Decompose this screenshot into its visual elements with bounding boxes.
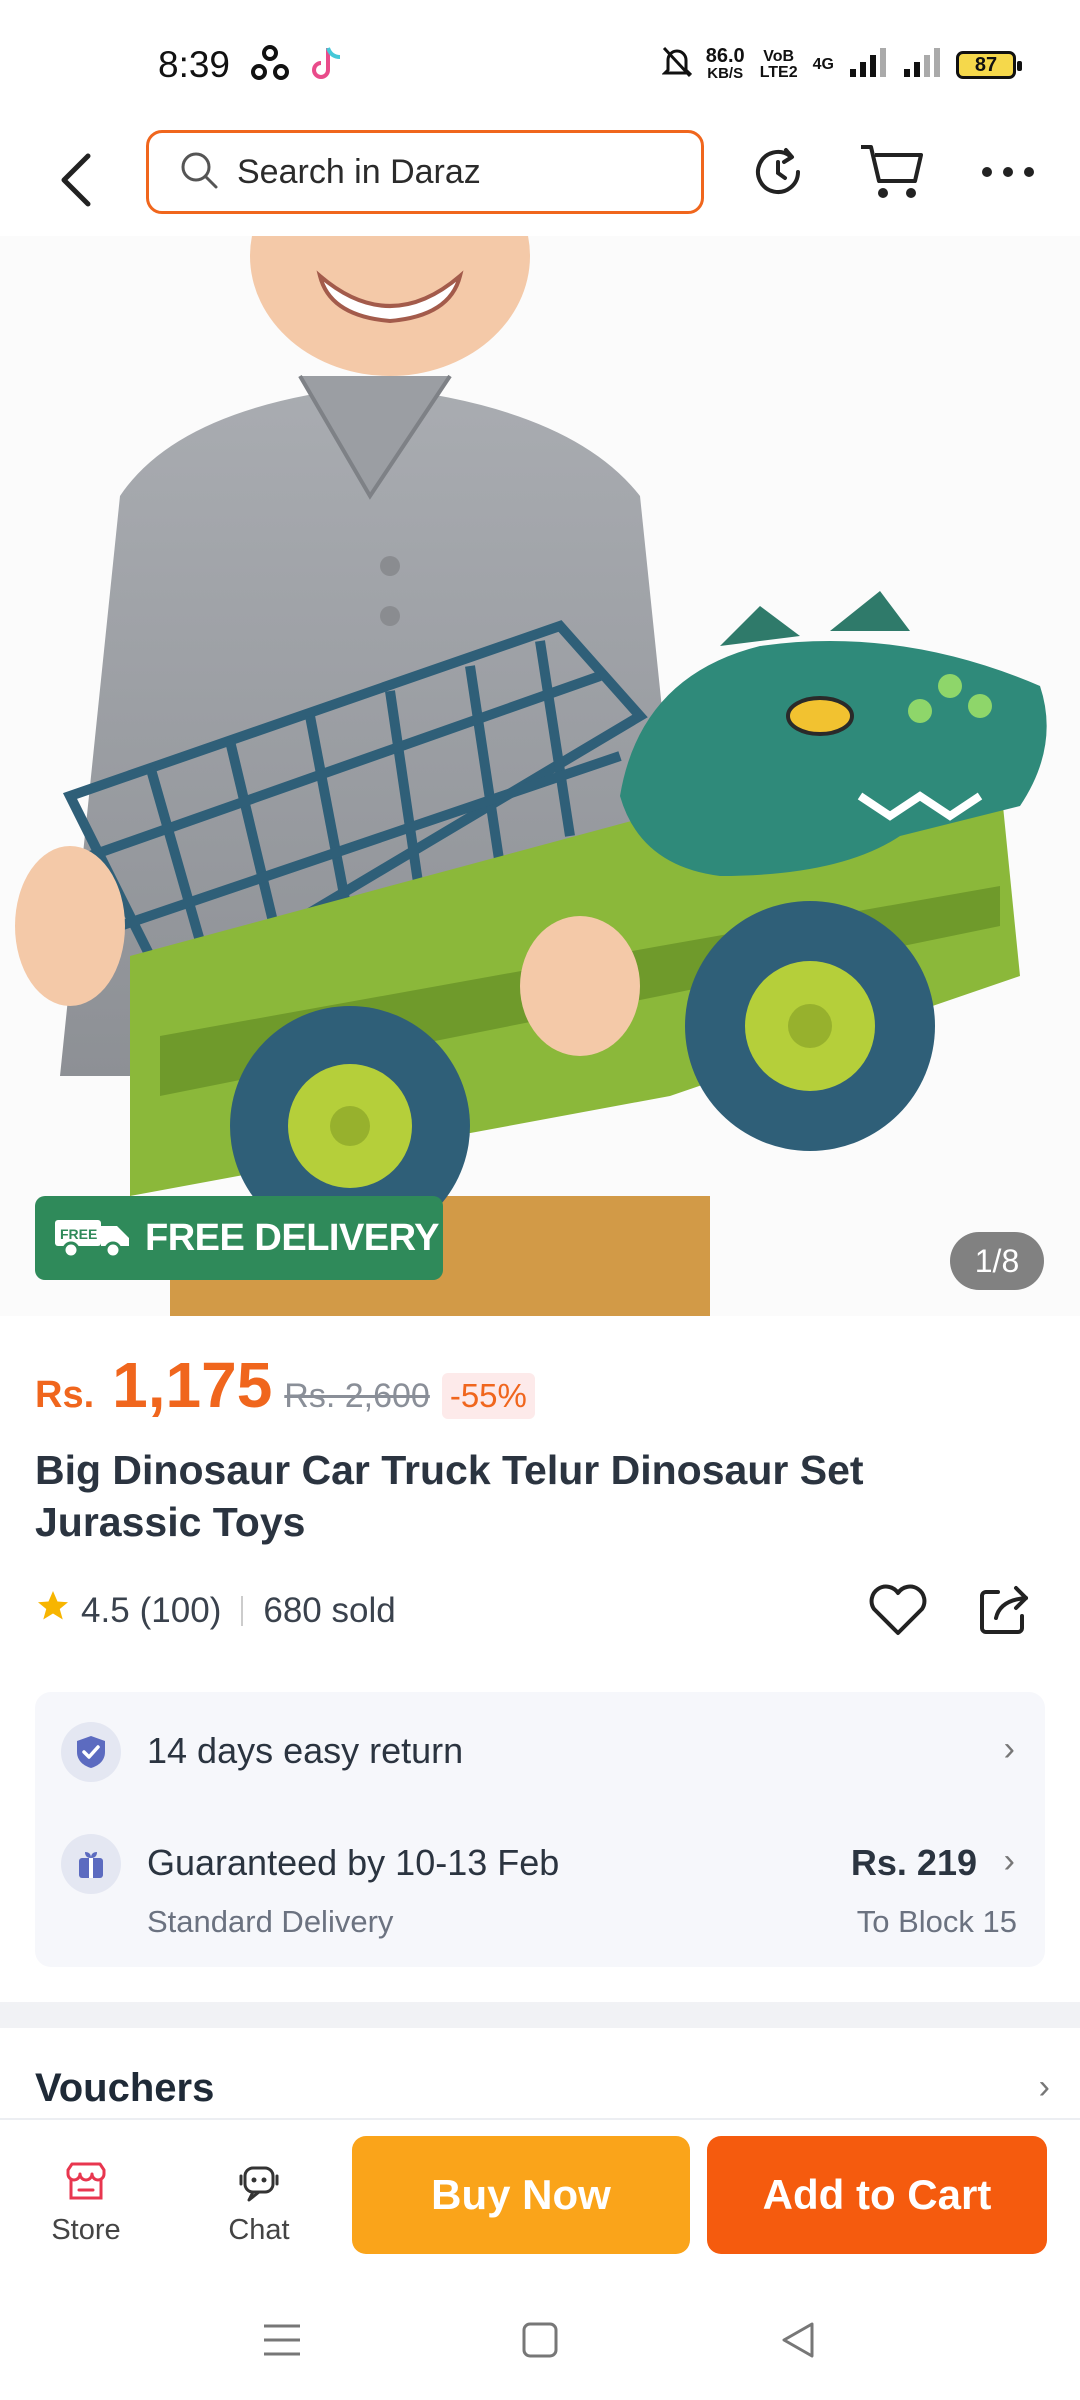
sync-app-icon <box>250 44 290 89</box>
rating-value: 4.5 <box>81 1590 130 1630</box>
gift-box-icon <box>61 1834 121 1894</box>
status-bar: 8:39 86.0 KB/S VoB LTE2 4G 87 <box>0 0 1080 130</box>
home-button[interactable] <box>510 2310 570 2370</box>
signal-icon <box>848 47 888 82</box>
home-square-icon <box>522 2322 558 2358</box>
dinosaur-truck-image <box>15 236 1047 1316</box>
store-label: Store <box>51 2214 121 2246</box>
share-button[interactable] <box>972 1578 1036 1642</box>
buy-now-button[interactable]: Buy Now <box>352 2136 690 2254</box>
search-input[interactable]: Search in Daraz <box>146 130 704 214</box>
chat-bot-icon <box>239 2166 279 2202</box>
price-row: Rs. 1,175 Rs. 2,600 -55% <box>35 1348 535 1422</box>
product-title: Big Dinosaur Car Truck Telur Dinosaur Se… <box>35 1447 864 1545</box>
back-triangle-icon <box>782 2322 814 2358</box>
free-delivery-text: FREE DELIVERY <box>145 1216 440 1259</box>
rating-row[interactable]: 4.5 (100) 680 sold <box>35 1588 396 1633</box>
rating-count: (100) <box>139 1590 222 1630</box>
delivery-location: To Block 15 <box>856 1904 1017 1939</box>
more-dots-icon <box>982 167 1034 177</box>
free-delivery-truck-icon: FREE <box>53 1210 133 1267</box>
return-policy-row[interactable]: 14 days easy return › <box>35 1692 1045 1812</box>
search-placeholder: Search in Daraz <box>237 152 481 191</box>
add-to-cart-button[interactable]: Add to Cart <box>707 2136 1047 2254</box>
back-arrow-icon <box>61 153 91 207</box>
status-time: 8:39 <box>158 44 231 85</box>
battery-indicator: 87 <box>956 50 1022 79</box>
network-type: 4G <box>812 55 834 73</box>
store-button[interactable]: Store <box>26 2160 146 2247</box>
refresh-history-icon <box>756 148 800 194</box>
original-price: Rs. 2,600 <box>284 1377 430 1415</box>
star-icon <box>35 1588 71 1633</box>
menu-lines-icon <box>264 2324 300 2356</box>
delivery-row[interactable]: Guaranteed by 10-13 Feb Standard Deliver… <box>35 1812 1045 1967</box>
delivery-type: Standard Delivery <box>147 1904 394 1939</box>
cart-icon <box>861 145 923 198</box>
heart-icon <box>869 1584 927 1635</box>
free-delivery-badge: FREE FREE DELIVERY <box>35 1196 443 1280</box>
history-button[interactable] <box>742 136 814 208</box>
delivery-price: Rs. 219 <box>850 1842 977 1883</box>
rating-divider <box>241 1595 244 1626</box>
wishlist-button[interactable] <box>866 1578 930 1642</box>
price-currency: Rs. <box>35 1374 95 1416</box>
free-tag-text: FREE <box>60 1226 97 1242</box>
return-policy-text: 14 days easy return <box>147 1730 464 1771</box>
network-speed-unit: KB/S <box>707 64 744 82</box>
system-nav-bar <box>0 2270 1080 2400</box>
signal-icon-2 <box>902 47 942 82</box>
chat-label: Chat <box>228 2214 290 2246</box>
back-button[interactable] <box>46 142 106 218</box>
menu-button[interactable] <box>252 2310 312 2370</box>
store-icon <box>66 2162 106 2200</box>
delivery-guarantee: Guaranteed by 10-13 Feb <box>147 1842 560 1883</box>
chevron-right-icon: › <box>1038 2068 1050 2106</box>
search-icon <box>179 150 219 195</box>
chat-button[interactable]: Chat <box>199 2160 319 2247</box>
product-image[interactable] <box>0 236 1080 1316</box>
chevron-right-icon: › <box>1003 1730 1015 1768</box>
bottom-action-bar: Store Chat Buy Now Add to Cart <box>0 2118 1080 2270</box>
section-divider <box>0 2002 1080 2028</box>
chevron-right-icon: › <box>1003 1842 1015 1880</box>
share-icon <box>980 1586 1028 1634</box>
tiktok-icon <box>308 44 344 89</box>
cart-button[interactable] <box>856 136 928 208</box>
network-speed-value: 86.0 <box>705 44 745 67</box>
discount-badge: -55% <box>441 1373 535 1419</box>
mute-bell-icon <box>661 46 693 83</box>
volte-label: VoB LTE2 <box>759 47 798 81</box>
sold-count: 680 sold <box>263 1590 396 1630</box>
vouchers-row[interactable]: Vouchers › <box>0 2028 1080 2118</box>
network-speed: 86.0 KB/S <box>705 44 745 83</box>
more-button[interactable] <box>972 136 1044 208</box>
status-app-icons <box>250 44 344 89</box>
status-indicators: 86.0 KB/S VoB LTE2 4G 87 <box>661 44 1022 83</box>
image-counter: 1/8 <box>950 1232 1044 1290</box>
system-back-button[interactable] <box>768 2310 828 2370</box>
shield-check-icon <box>61 1722 121 1782</box>
top-nav: Search in Daraz <box>0 130 1080 236</box>
price-value: 1,175 <box>112 1349 273 1421</box>
service-info-card: 14 days easy return › Guaranteed by 10-1… <box>35 1692 1045 1967</box>
vouchers-title: Vouchers <box>35 2066 215 2110</box>
